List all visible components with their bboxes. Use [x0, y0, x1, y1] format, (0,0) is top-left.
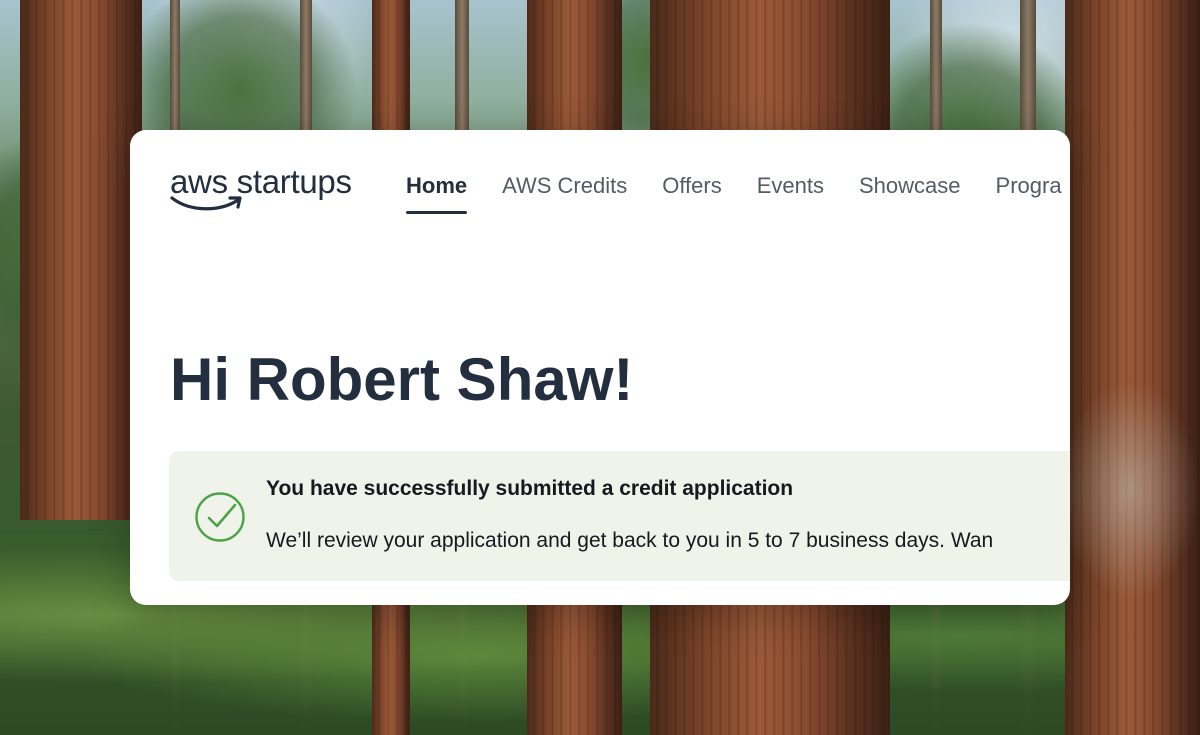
alert-title: You have successfully submitted a credit… — [266, 477, 794, 500]
nav-home[interactable]: Home — [406, 160, 468, 214]
aws-smile-icon — [170, 196, 242, 211]
nav-aws-credits[interactable]: AWS Credits — [502, 160, 627, 212]
nav-offers[interactable]: Offers — [662, 160, 722, 212]
greeting-heading: Hi Robert Shaw! — [170, 346, 634, 413]
nav-events[interactable]: Events — [757, 160, 824, 212]
success-alert: You have successfully submitted a credit… — [169, 451, 1070, 581]
main-card: aws startups Home AWS Credits Offers Eve… — [130, 130, 1070, 605]
top-navigation: aws startups Home AWS Credits Offers Eve… — [170, 160, 1070, 220]
nav-programs[interactable]: Progra — [996, 160, 1062, 212]
alert-body: We’ll review your application and get ba… — [266, 529, 994, 552]
aws-startups-logo[interactable]: aws startups — [170, 160, 386, 220]
check-circle-icon — [195, 492, 245, 542]
nav-showcase[interactable]: Showcase — [859, 160, 961, 212]
